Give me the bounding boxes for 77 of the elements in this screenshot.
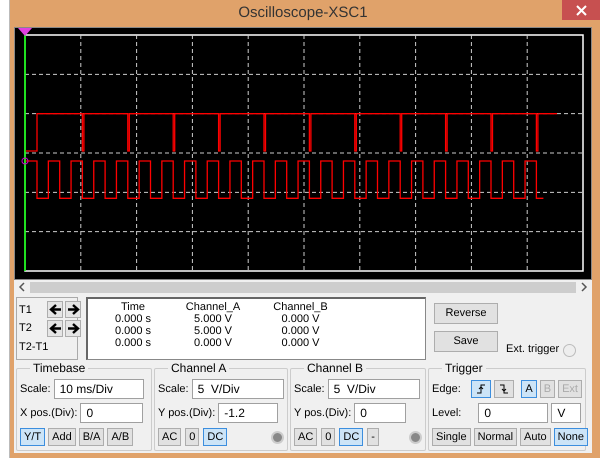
falling-edge-icon bbox=[498, 383, 510, 395]
trigger-mode-button[interactable]: None bbox=[554, 428, 588, 446]
group-title: Timebase bbox=[30, 361, 88, 375]
scale-field[interactable]: 10 ms/Div bbox=[54, 379, 144, 399]
coupling-button[interactable]: 0 bbox=[321, 428, 336, 446]
left-arrow-icon bbox=[48, 322, 62, 335]
readout-value: 0.000 s bbox=[114, 337, 152, 349]
mode-button[interactable]: A/B bbox=[107, 428, 134, 446]
ext-trigger-label: Ext. trigger bbox=[506, 342, 560, 356]
move-left-button[interactable] bbox=[47, 301, 63, 318]
scale-label: Scale: bbox=[158, 382, 189, 397]
position-label: Y pos.(Div): bbox=[294, 406, 352, 421]
scroll-thumb[interactable] bbox=[30, 282, 576, 292]
rising-edge-icon bbox=[475, 383, 488, 395]
scroll-left-icon[interactable] bbox=[18, 282, 26, 292]
action-button[interactable]: Reverse bbox=[434, 303, 498, 324]
readout-value: 0.000 V bbox=[280, 337, 320, 349]
rising-edge-button[interactable] bbox=[471, 380, 492, 398]
readout-value: 0.000 V bbox=[193, 337, 233, 349]
scroll-right-icon[interactable] bbox=[580, 282, 588, 292]
close-icon bbox=[576, 4, 586, 16]
coupling-button[interactable]: DC bbox=[339, 428, 364, 446]
position-field[interactable]: 0 bbox=[354, 403, 406, 423]
close-button[interactable] bbox=[562, 0, 600, 20]
falling-edge-button[interactable] bbox=[494, 380, 514, 398]
position-field[interactable]: -1.2 bbox=[218, 403, 278, 423]
cursor-label: T2 bbox=[19, 321, 33, 336]
scale-field[interactable]: 5 V/Div bbox=[192, 379, 284, 399]
readout-value: 0.000 V bbox=[280, 313, 320, 325]
column-header: Channel_B bbox=[272, 301, 329, 313]
move-right-button[interactable] bbox=[65, 301, 81, 318]
terminal-icon bbox=[409, 430, 422, 444]
trigger-mode-button[interactable]: Auto bbox=[520, 428, 551, 446]
readout-value: 5.000 V bbox=[193, 313, 233, 325]
readout-value: 0.000 V bbox=[280, 325, 320, 337]
column-header: Channel_A bbox=[184, 301, 242, 313]
coupling-button[interactable]: 0 bbox=[185, 428, 200, 446]
left-arrow-icon bbox=[48, 303, 62, 316]
unit-field[interactable]: V bbox=[551, 403, 582, 423]
mode-button[interactable]: Add bbox=[48, 428, 76, 446]
coupling-button[interactable]: AC bbox=[158, 428, 182, 446]
right-arrow-icon bbox=[66, 322, 80, 335]
cursor-label: T2-T1 bbox=[19, 340, 48, 355]
window-title: Oscilloscope-XSC1 bbox=[238, 3, 368, 24]
level-field[interactable]: 0 bbox=[478, 403, 548, 423]
right-arrow-icon bbox=[66, 303, 80, 316]
edge-label: Edge: bbox=[432, 382, 461, 397]
coupling-button[interactable]: - bbox=[367, 428, 379, 446]
cursor-label: T1 bbox=[19, 302, 33, 318]
readout-value: 0.000 s bbox=[114, 313, 152, 325]
readout-value: 0.000 s bbox=[114, 325, 152, 337]
coupling-button[interactable]: DC bbox=[203, 428, 228, 446]
column-header: Time bbox=[120, 301, 146, 313]
terminal-icon bbox=[563, 344, 576, 357]
position-field[interactable]: 0 bbox=[80, 403, 144, 423]
group-title: Channel A bbox=[168, 361, 230, 375]
trigger-mode-button[interactable]: Single bbox=[432, 428, 471, 446]
action-button[interactable]: Save bbox=[434, 331, 498, 352]
group-title: Trigger bbox=[442, 361, 486, 375]
scale-label: Scale: bbox=[20, 382, 51, 397]
terminal-icon bbox=[271, 430, 284, 444]
move-left-button[interactable] bbox=[47, 320, 63, 337]
move-right-button[interactable] bbox=[65, 320, 81, 337]
trigger-marker-icon bbox=[22, 158, 28, 164]
mode-button[interactable]: B/A bbox=[78, 428, 104, 446]
mode-button[interactable]: Y/T bbox=[20, 428, 46, 446]
scale-label: Scale: bbox=[294, 382, 325, 397]
level-label: Level: bbox=[432, 406, 462, 421]
cursor-handle-icon[interactable] bbox=[18, 28, 32, 36]
position-label: X pos.(Div): bbox=[20, 406, 78, 421]
position-label: Y pos.(Div): bbox=[158, 406, 216, 421]
readout-value: 5.000 V bbox=[193, 325, 233, 337]
trigger-mode-button[interactable]: Normal bbox=[474, 428, 518, 446]
scale-field[interactable]: 5 V/Div bbox=[328, 379, 420, 399]
group-title: Channel B bbox=[304, 361, 366, 375]
coupling-button[interactable]: AC bbox=[294, 428, 318, 446]
source-button[interactable]: A bbox=[521, 380, 537, 398]
